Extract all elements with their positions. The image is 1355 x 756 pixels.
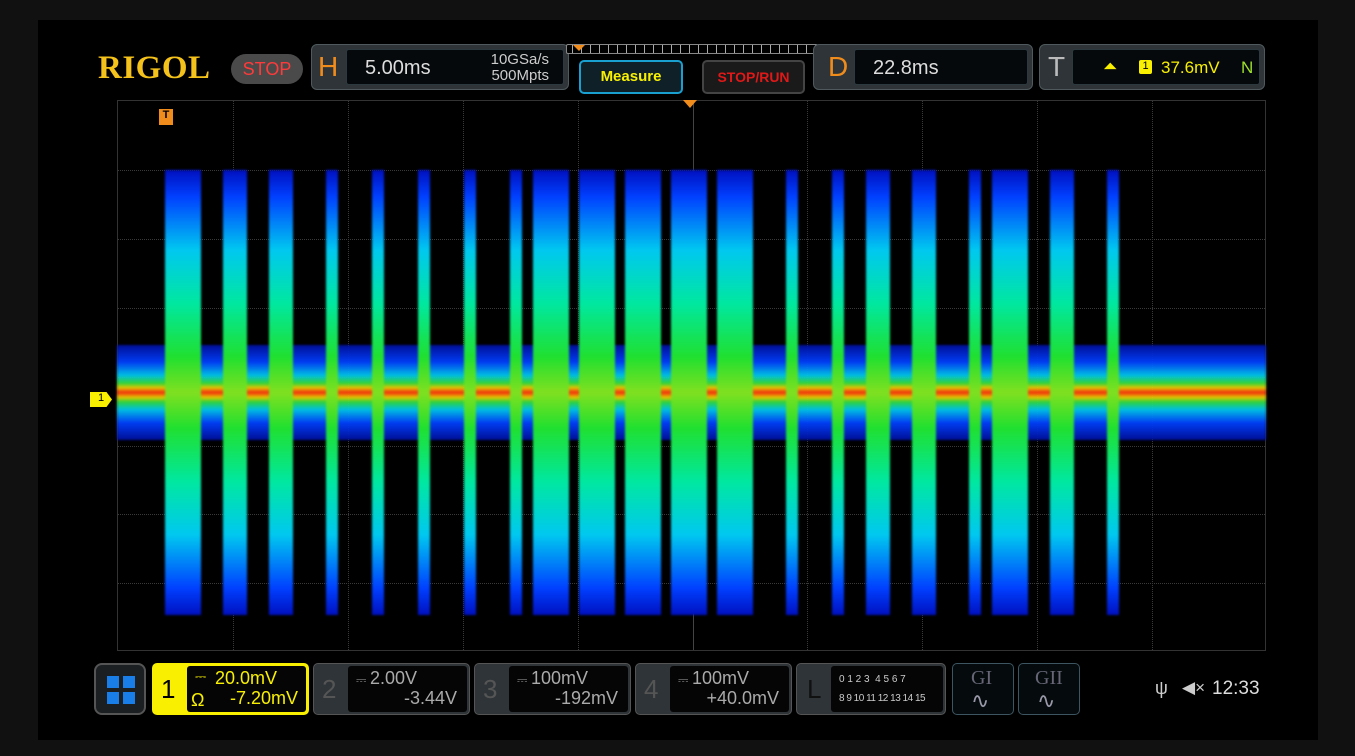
signal-burst xyxy=(969,170,981,615)
signal-burst xyxy=(165,170,201,615)
channel2-number: 2 xyxy=(322,674,336,705)
signal-burst xyxy=(1107,170,1119,615)
channel3-panel[interactable]: 3 ⎓ 100mV-192mV xyxy=(474,663,631,715)
signal-burst xyxy=(418,170,430,615)
signal-burst xyxy=(786,170,798,615)
generator1-label: GI xyxy=(971,667,992,690)
sample-rate: 10GSa/s xyxy=(491,51,549,68)
signal-burst xyxy=(223,170,247,615)
dc-coupling-icon: ⎓ 2.00V xyxy=(356,668,417,689)
rising-edge-icon: ⏶ xyxy=(1103,56,1117,77)
trigger-letter: T xyxy=(1048,51,1065,83)
channel4-scale: 100mV xyxy=(692,668,749,688)
horizontal-panel[interactable]: H 5.00ms 10GSa/s 500Mpts xyxy=(311,44,569,90)
channel1-marker-label: 1 xyxy=(98,392,104,404)
run-state-badge[interactable]: STOP xyxy=(231,54,303,84)
delay-panel[interactable]: D 22.8ms xyxy=(813,44,1033,90)
signal-burst xyxy=(326,170,338,615)
channel1-number: 1 xyxy=(161,674,175,705)
logic-row1: 0 1 2 3 4 5 6 7 xyxy=(839,674,906,685)
delay-values: 22.8ms xyxy=(854,49,1028,85)
channel1-offset-marker[interactable]: 1 xyxy=(90,392,112,407)
channel1-impedance: Ω xyxy=(191,690,204,711)
channel3-number: 3 xyxy=(483,674,497,705)
trigger-level: 37.6mV xyxy=(1161,58,1220,78)
signal-burst xyxy=(464,170,476,615)
logic-letter: L xyxy=(807,674,821,705)
sine-wave-icon: ∿ xyxy=(1037,688,1055,714)
channel1-offset: -7.20mV xyxy=(230,688,298,709)
speaker-muted-icon[interactable]: ◀× xyxy=(1182,678,1205,698)
memory-position-marker xyxy=(573,45,585,51)
generator2-label: GII xyxy=(1035,667,1063,690)
rigol-logo: RIGOL xyxy=(98,50,211,87)
channel2-offset: -3.44V xyxy=(404,688,457,709)
oscilloscope-screen: RIGOL STOP H 5.00ms 10GSa/s 500Mpts Meas… xyxy=(38,20,1318,740)
trigger-marker-label: T xyxy=(163,109,170,121)
timebase: 5.00ms xyxy=(365,57,431,80)
channel1-scale: 20.0mV xyxy=(215,668,277,689)
signal-burst xyxy=(912,170,936,615)
signal-burst xyxy=(866,170,890,615)
channel4-panel[interactable]: 4 ⎓ 100mV+40.0mV xyxy=(635,663,792,715)
signal-burst xyxy=(671,170,707,615)
clock-time: 12:33 xyxy=(1212,678,1260,700)
usb-icon: ψ xyxy=(1155,678,1168,699)
trigger-mode: N xyxy=(1241,58,1253,78)
channel1-panel[interactable]: 1 ⎓ 20.0mV Ω -7.20mV xyxy=(152,663,309,715)
measure-label: Measure xyxy=(601,68,662,85)
dc-coupling-icon: ⎓ 100mV xyxy=(678,668,749,689)
generator2-button[interactable]: GII ∿ xyxy=(1018,663,1080,715)
trigger-source-badge: 1 xyxy=(1139,60,1152,74)
horizontal-values: 5.00ms 10GSa/s 500Mpts xyxy=(346,49,564,85)
memory-position-bar[interactable] xyxy=(566,44,818,54)
apps-menu-button[interactable] xyxy=(94,663,146,715)
channel2-panel[interactable]: 2 ⎓ 2.00V-3.44V xyxy=(313,663,470,715)
trigger-panel[interactable]: T ⏶ 1 37.6mV N xyxy=(1039,44,1265,90)
stop-run-label: STOP/RUN xyxy=(717,69,789,85)
dc-coupling-icon: ⎓ xyxy=(195,668,206,685)
channel2-scale: 2.00V xyxy=(370,668,417,688)
delay-letter: D xyxy=(828,51,848,83)
memory-depth: 500Mpts xyxy=(491,67,549,84)
signal-burst xyxy=(510,170,522,615)
channel3-scale: 100mV xyxy=(531,668,588,688)
generator1-button[interactable]: GI ∿ xyxy=(952,663,1014,715)
signal-burst xyxy=(992,170,1028,615)
stop-run-button[interactable]: STOP/RUN xyxy=(702,60,805,94)
trigger-values: ⏶ 1 37.6mV N xyxy=(1072,49,1260,85)
signal-burst xyxy=(579,170,615,615)
signal-burst xyxy=(533,170,569,615)
signal-burst xyxy=(1050,170,1074,615)
signal-burst xyxy=(269,170,293,615)
signal-burst xyxy=(372,170,384,615)
channel4-offset: +40.0mV xyxy=(706,688,779,709)
sine-wave-icon: ∿ xyxy=(971,688,989,714)
measure-button[interactable]: Measure xyxy=(579,60,683,94)
logic-row2: 8 9 10 11 12 13 14 15 xyxy=(839,693,925,704)
trigger-position-marker: T xyxy=(159,109,173,125)
signal-burst xyxy=(625,170,661,615)
grid-icon xyxy=(107,676,135,704)
horizontal-letter: H xyxy=(318,51,338,83)
delay-value: 22.8ms xyxy=(873,57,939,80)
dc-coupling-icon: ⎓ 100mV xyxy=(517,668,588,689)
channel4-number: 4 xyxy=(644,674,658,705)
delay-position-marker xyxy=(683,100,697,108)
signal-burst xyxy=(832,170,844,615)
signal-burst xyxy=(717,170,753,615)
channel3-offset: -192mV xyxy=(555,688,618,709)
logic-panel[interactable]: L 0 1 2 3 4 5 6 7 8 9 10 11 12 13 14 15 xyxy=(796,663,946,715)
